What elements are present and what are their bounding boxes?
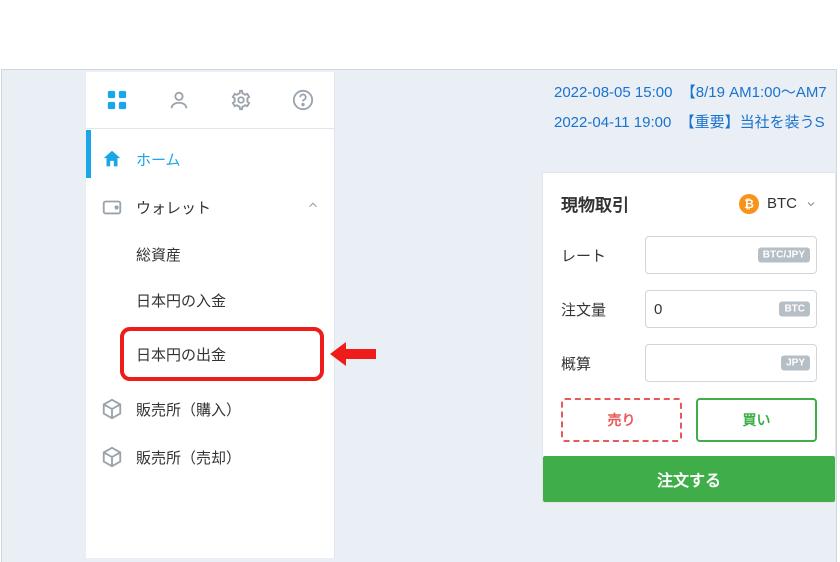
subitem-label: 総資産 xyxy=(136,244,181,265)
buy-button[interactable]: 買い xyxy=(696,398,817,442)
sell-label: 売り xyxy=(608,410,636,430)
spot-trade-card: 現物取引 ₿ BTC レート BTC/JPY 注文量 0 BTC 概算 JPY xyxy=(542,172,836,503)
order-button[interactable]: 注文する xyxy=(543,456,835,502)
wallet-icon xyxy=(100,195,124,219)
sidebar-wallet-withdraw-jpy[interactable]: 日本円の出金 xyxy=(120,327,324,381)
order-label: 注文する xyxy=(657,467,721,491)
sidebar-wallet-deposit-jpy[interactable]: 日本円の入金 xyxy=(86,277,334,323)
amount-input[interactable]: 0 BTC xyxy=(645,290,817,328)
approx-label: 概算 xyxy=(561,353,633,374)
sidebar: ホーム ウォレット 総資産 日本円の入金 日本円の出金 xyxy=(86,72,335,558)
sidebar-item-home[interactable]: ホーム xyxy=(86,135,334,183)
btc-icon: ₿ xyxy=(739,194,759,214)
apps-icon[interactable] xyxy=(86,72,148,128)
amount-value: 0 xyxy=(654,301,662,318)
sidebar-wallet-total-assets[interactable]: 総資産 xyxy=(86,231,334,277)
sidebar-item-sales-sell[interactable]: 販売所（売却） xyxy=(86,433,334,481)
chevron-down-icon xyxy=(805,198,817,210)
announcement-title: 【重要】当社を装うS xyxy=(680,114,825,131)
sidebar-item-label: 販売所（購入） xyxy=(136,399,241,420)
subitem-label: 日本円の出金 xyxy=(136,344,226,365)
help-icon[interactable] xyxy=(272,72,334,128)
announcement-link[interactable]: 2022-04-11 19:00 【重要】当社を装うS xyxy=(554,108,836,138)
sidebar-item-sales-buy[interactable]: 販売所（購入） xyxy=(86,385,334,433)
icon-tab-row xyxy=(86,72,334,129)
amount-suffix: BTC xyxy=(779,302,810,317)
buy-label: 買い xyxy=(743,410,771,430)
announcement-link[interactable]: 2022-08-05 15:00 【8/19 AM1:00～AM7 xyxy=(554,78,836,108)
pair-symbol: BTC xyxy=(767,195,797,212)
sell-button[interactable]: 売り xyxy=(561,398,682,442)
user-icon[interactable] xyxy=(148,72,210,128)
approx-input[interactable]: JPY xyxy=(645,344,817,382)
arrow-left-icon xyxy=(330,340,376,368)
sidebar-item-label: ウォレット xyxy=(136,197,211,218)
announcement-title: 【8/19 AM1:00～AM7 xyxy=(681,84,827,101)
rate-suffix: BTC/JPY xyxy=(758,248,810,263)
pair-selector[interactable]: ₿ BTC xyxy=(739,194,817,214)
rate-label: レート xyxy=(561,245,633,266)
cube-icon xyxy=(100,397,124,421)
approx-suffix: JPY xyxy=(781,356,810,371)
amount-label: 注文量 xyxy=(561,299,633,320)
home-icon xyxy=(100,147,124,171)
active-indicator xyxy=(86,130,91,178)
announcements: 2022-08-05 15:00 【8/19 AM1:00～AM7 2022-0… xyxy=(554,78,836,138)
gear-icon[interactable] xyxy=(210,72,272,128)
rate-input[interactable]: BTC/JPY xyxy=(645,236,817,274)
announcement-date: 2022-08-05 15:00 xyxy=(554,84,672,101)
sidebar-item-label: 販売所（売却） xyxy=(136,447,241,468)
subitem-label: 日本円の入金 xyxy=(136,290,226,311)
chevron-up-icon xyxy=(306,198,320,216)
sidebar-item-label: ホーム xyxy=(136,149,181,170)
card-title: 現物取引 xyxy=(561,191,629,216)
announcement-date: 2022-04-11 19:00 xyxy=(554,114,671,131)
sidebar-item-wallet[interactable]: ウォレット xyxy=(86,183,334,231)
cube-icon xyxy=(100,445,124,469)
